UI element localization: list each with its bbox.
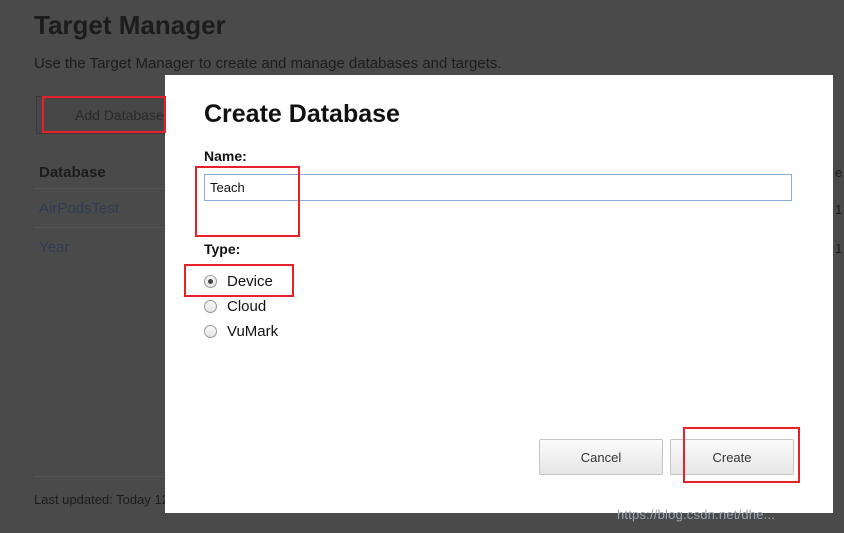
right-column-cell-fragment: 1 — [835, 241, 843, 256]
watermark-text: https://blog.csdn.net/dhe... — [617, 507, 776, 522]
table-row-airpodstest[interactable]: AirPodsTest — [39, 200, 119, 217]
page-title: Target Manager — [34, 10, 226, 40]
radio-unselected-icon[interactable] — [204, 324, 217, 338]
table-divider — [34, 188, 165, 189]
table-divider — [34, 227, 165, 228]
type-label: Type: — [204, 241, 241, 257]
type-option-label: Cloud — [227, 297, 267, 315]
name-label: Name: — [204, 148, 247, 164]
cancel-button[interactable]: Cancel — [539, 439, 663, 475]
type-option-cloud[interactable]: Cloud — [204, 296, 266, 316]
type-option-label: VuMark — [227, 322, 279, 340]
type-option-device[interactable]: Device — [204, 271, 273, 291]
page-subtitle: Use the Target Manager to create and man… — [34, 55, 502, 72]
right-column-cell-fragment: 1 — [835, 202, 843, 217]
create-button[interactable]: Create — [670, 439, 794, 475]
table-divider — [34, 476, 165, 477]
type-option-label: Device — [227, 272, 273, 290]
add-database-label: Add Database — [75, 107, 164, 123]
dialog-title: Create Database — [204, 100, 400, 128]
last-updated-text: Last updated: Today 12 — [34, 492, 169, 507]
radio-unselected-icon[interactable] — [204, 299, 217, 313]
database-name-input[interactable] — [204, 174, 792, 201]
type-option-vumark[interactable]: VuMark — [204, 321, 278, 341]
table-row-year[interactable]: Year — [39, 239, 69, 256]
right-column-header-fragment: e — [835, 165, 843, 180]
database-column-header[interactable]: Database — [39, 164, 106, 181]
radio-selected-icon[interactable] — [204, 274, 217, 288]
create-database-dialog: Create Database Name: Type: Device Cloud… — [165, 75, 833, 513]
